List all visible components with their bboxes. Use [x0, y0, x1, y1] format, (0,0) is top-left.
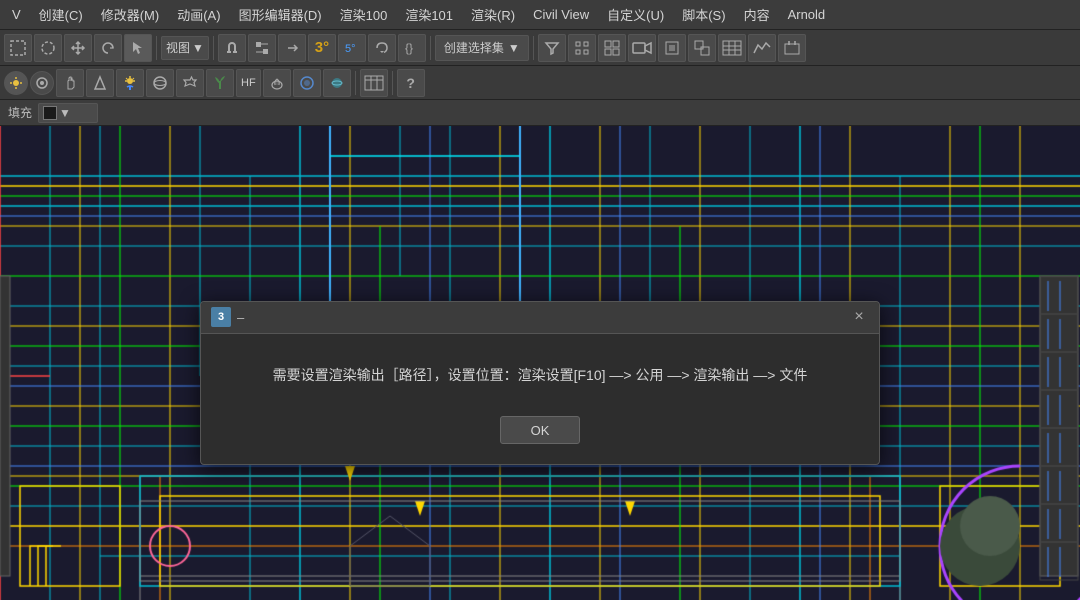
- dialog-title-left: 3 –: [211, 307, 244, 327]
- camera2-btn[interactable]: [628, 34, 656, 62]
- toolbar1: 视图 ▼ 3° 5° {} 创建选择集 ▼: [0, 30, 1080, 66]
- fill-bar: 填充 ▼: [0, 100, 1080, 126]
- dialog-icon: 3: [211, 307, 231, 327]
- rotate-btn[interactable]: [94, 34, 122, 62]
- transform-btn[interactable]: [248, 34, 276, 62]
- dialog-body: 需要设置渲染输出［路径］，设置位置：渲染设置[F10] —> 公用 —> 渲染输…: [201, 334, 879, 406]
- dialog-title-text: –: [237, 310, 244, 325]
- create-selection-btn[interactable]: 创建选择集 ▼: [435, 35, 529, 61]
- circle-select-btn[interactable]: [34, 34, 62, 62]
- sep4: [533, 36, 534, 60]
- render-grid-btn[interactable]: [718, 34, 746, 62]
- sep3: [430, 36, 431, 60]
- grid-snap-btn[interactable]: [568, 34, 596, 62]
- menu-bar: V 创建(C) 修改器(M) 动画(A) 图形编辑器(D) 渲染100 渲染10…: [0, 0, 1080, 30]
- sunlight-scene-btn[interactable]: [116, 69, 144, 97]
- water-btn[interactable]: [323, 69, 351, 97]
- render-output-btn[interactable]: [778, 34, 806, 62]
- viewport: 3 – × 需要设置渲染输出［路径］，设置位置：渲染设置[F10] —> 公用 …: [0, 126, 1080, 600]
- ocean-btn[interactable]: [293, 69, 321, 97]
- help-btn[interactable]: ?: [397, 69, 425, 97]
- fill-color-swatch: [43, 106, 57, 120]
- view-dropdown[interactable]: 视图 ▼: [161, 36, 209, 60]
- menu-render101[interactable]: 渲染101: [397, 2, 461, 27]
- fill-arrow: ▼: [59, 106, 71, 120]
- sphere-btn[interactable]: [146, 69, 174, 97]
- percent-btn[interactable]: 5°: [338, 34, 366, 62]
- smoke-btn[interactable]: [263, 69, 291, 97]
- sep5: [355, 71, 356, 95]
- render-selected-btn[interactable]: [688, 34, 716, 62]
- menu-content[interactable]: 内容: [736, 2, 778, 27]
- code-btn[interactable]: {}: [398, 34, 426, 62]
- cone-btn[interactable]: [86, 69, 114, 97]
- select-and-move-btn[interactable]: [124, 34, 152, 62]
- spinner-btn[interactable]: [368, 34, 396, 62]
- sep2: [213, 36, 214, 60]
- link-btn[interactable]: [278, 34, 306, 62]
- hf-label-btn[interactable]: HF: [236, 69, 261, 97]
- move-btn[interactable]: [64, 34, 92, 62]
- filter-btn[interactable]: [538, 34, 566, 62]
- magnet-btn[interactable]: [218, 34, 246, 62]
- sep6: [392, 71, 393, 95]
- menu-create[interactable]: 创建(C): [31, 2, 91, 27]
- toolbar2: HF ?: [0, 66, 1080, 100]
- settings-btn2[interactable]: [176, 69, 204, 97]
- ring-light-btn[interactable]: [30, 71, 54, 95]
- fill-dropdown[interactable]: ▼: [38, 103, 98, 123]
- menu-animation[interactable]: 动画(A): [169, 2, 228, 27]
- ok-button[interactable]: OK: [500, 416, 580, 444]
- menu-render[interactable]: 渲染(R): [463, 2, 523, 27]
- menu-arnold[interactable]: Arnold: [780, 4, 834, 25]
- dialog-footer: OK: [201, 406, 879, 464]
- scale-btn[interactable]: 3°: [308, 34, 336, 62]
- dialog-message: 需要设置渲染输出［路径］，设置位置：渲染设置[F10] —> 公用 —> 渲染输…: [241, 364, 839, 386]
- svg-text:{}: {}: [405, 41, 413, 55]
- fill-label: 填充: [8, 104, 32, 121]
- render-region-btn[interactable]: [658, 34, 686, 62]
- sep1: [156, 36, 157, 60]
- svg-text:5°: 5°: [345, 43, 356, 55]
- sun-light-btn[interactable]: [4, 71, 28, 95]
- hand-tool-btn[interactable]: [56, 69, 84, 97]
- dialog-close-button[interactable]: ×: [849, 307, 869, 327]
- menu-civil-view[interactable]: Civil View: [525, 4, 597, 25]
- table-btn[interactable]: [360, 69, 388, 97]
- dialog-titlebar: 3 – ×: [201, 302, 879, 334]
- menu-render100[interactable]: 渲染100: [332, 2, 396, 27]
- rect-select-btn[interactable]: [4, 34, 32, 62]
- menu-script[interactable]: 脚本(S): [674, 2, 733, 27]
- plant-btn[interactable]: [206, 69, 234, 97]
- chart-btn[interactable]: [748, 34, 776, 62]
- menu-graph-editor[interactable]: 图形编辑器(D): [231, 2, 330, 27]
- menu-customize[interactable]: 自定义(U): [599, 2, 672, 27]
- menu-modifier[interactable]: 修改器(M): [93, 2, 168, 27]
- menu-v[interactable]: V: [4, 4, 29, 25]
- snap3d-btn[interactable]: [598, 34, 626, 62]
- dialog: 3 – × 需要设置渲染输出［路径］，设置位置：渲染设置[F10] —> 公用 …: [200, 301, 880, 465]
